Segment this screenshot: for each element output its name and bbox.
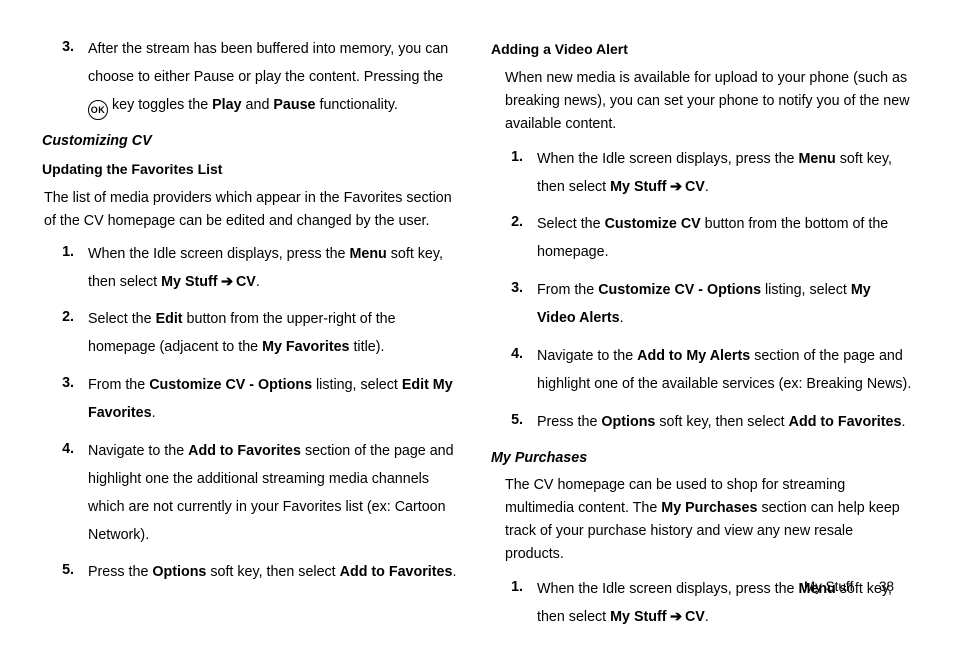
step-text: Press the Options soft key, then select …: [88, 559, 463, 587]
step-item: 3.From the Customize CV - Options listin…: [42, 372, 463, 428]
step-number: 3.: [505, 277, 523, 333]
step-text: Select the Edit button from the upper-ri…: [88, 306, 463, 362]
subheading-adding-video-alert: Adding a Video Alert: [491, 38, 912, 61]
step-number: 5.: [56, 559, 74, 587]
step-text: After the stream has been buffered into …: [88, 36, 463, 120]
step-number: 2.: [56, 306, 74, 362]
step-text: When the Idle screen displays, press the…: [88, 241, 463, 297]
step-item: 1.When the Idle screen displays, press t…: [42, 241, 463, 297]
step-item: 4.Navigate to the Add to Favorites secti…: [42, 438, 463, 550]
step-number: 5.: [505, 409, 523, 437]
column-left: 3. After the stream has been buffered in…: [42, 36, 463, 641]
subheading-updating-favorites: Updating the Favorites List: [42, 158, 463, 181]
ok-icon: OK: [88, 100, 108, 120]
column-right: Adding a Video Alert When new media is a…: [491, 36, 912, 641]
step-text: When the Idle screen displays, press the…: [537, 146, 912, 202]
step-text: From the Customize CV - Options listing,…: [537, 277, 912, 333]
prior-step-item: 3. After the stream has been buffered in…: [42, 36, 463, 120]
step-item: 2.Select the Edit button from the upper-…: [42, 306, 463, 362]
arrow-icon: ➔: [667, 179, 685, 195]
arrow-icon: ➔: [667, 609, 685, 625]
page-footer: My Stuff 38: [804, 576, 894, 598]
steps-list-left: 1.When the Idle screen displays, press t…: [42, 241, 463, 588]
step-item: 2.Select the Customize CV button from th…: [491, 211, 912, 267]
step-number: 4.: [505, 343, 523, 399]
step-item: 5. Press the Options soft key, then selec…: [42, 559, 463, 587]
step-number: 4.: [56, 438, 74, 550]
step-number: 3.: [56, 36, 74, 120]
heading-customizing-cv: Customizing CV: [42, 130, 463, 154]
step-text: From the Customize CV - Options listing,…: [88, 372, 463, 428]
step-number: 1.: [56, 241, 74, 297]
intro-paragraph-right: When new media is available for upload t…: [505, 67, 912, 136]
intro-purchases: The CV homepage can be used to shop for …: [505, 474, 912, 566]
step-number: 3.: [56, 372, 74, 428]
step-text: Navigate to the Add to Favorites section…: [88, 438, 463, 550]
step-item: 3.From the Customize CV - Options listin…: [491, 277, 912, 333]
step-item: 5. Press the Options soft key, then selec…: [491, 409, 912, 437]
step-text: Select the Customize CV button from the …: [537, 211, 912, 267]
step-number: 2.: [505, 211, 523, 267]
page-content: 3. After the stream has been buffered in…: [0, 0, 954, 651]
heading-my-purchases: My Purchases: [491, 447, 912, 471]
footer-page-number: 38: [879, 579, 894, 594]
step-number: 1.: [505, 576, 523, 632]
step-item: 1.When the Idle screen displays, press t…: [491, 146, 912, 202]
step-text: Navigate to the Add to My Alerts section…: [537, 343, 912, 399]
step-number: 1.: [505, 146, 523, 202]
arrow-icon: ➔: [218, 274, 236, 290]
step-item: 4.Navigate to the Add to My Alerts secti…: [491, 343, 912, 399]
footer-section: My Stuff: [804, 579, 853, 594]
step-text: Press the Options soft key, then select …: [537, 409, 912, 437]
intro-paragraph: The list of media providers which appear…: [42, 187, 463, 233]
steps-list-right: 1.When the Idle screen displays, press t…: [491, 146, 912, 437]
